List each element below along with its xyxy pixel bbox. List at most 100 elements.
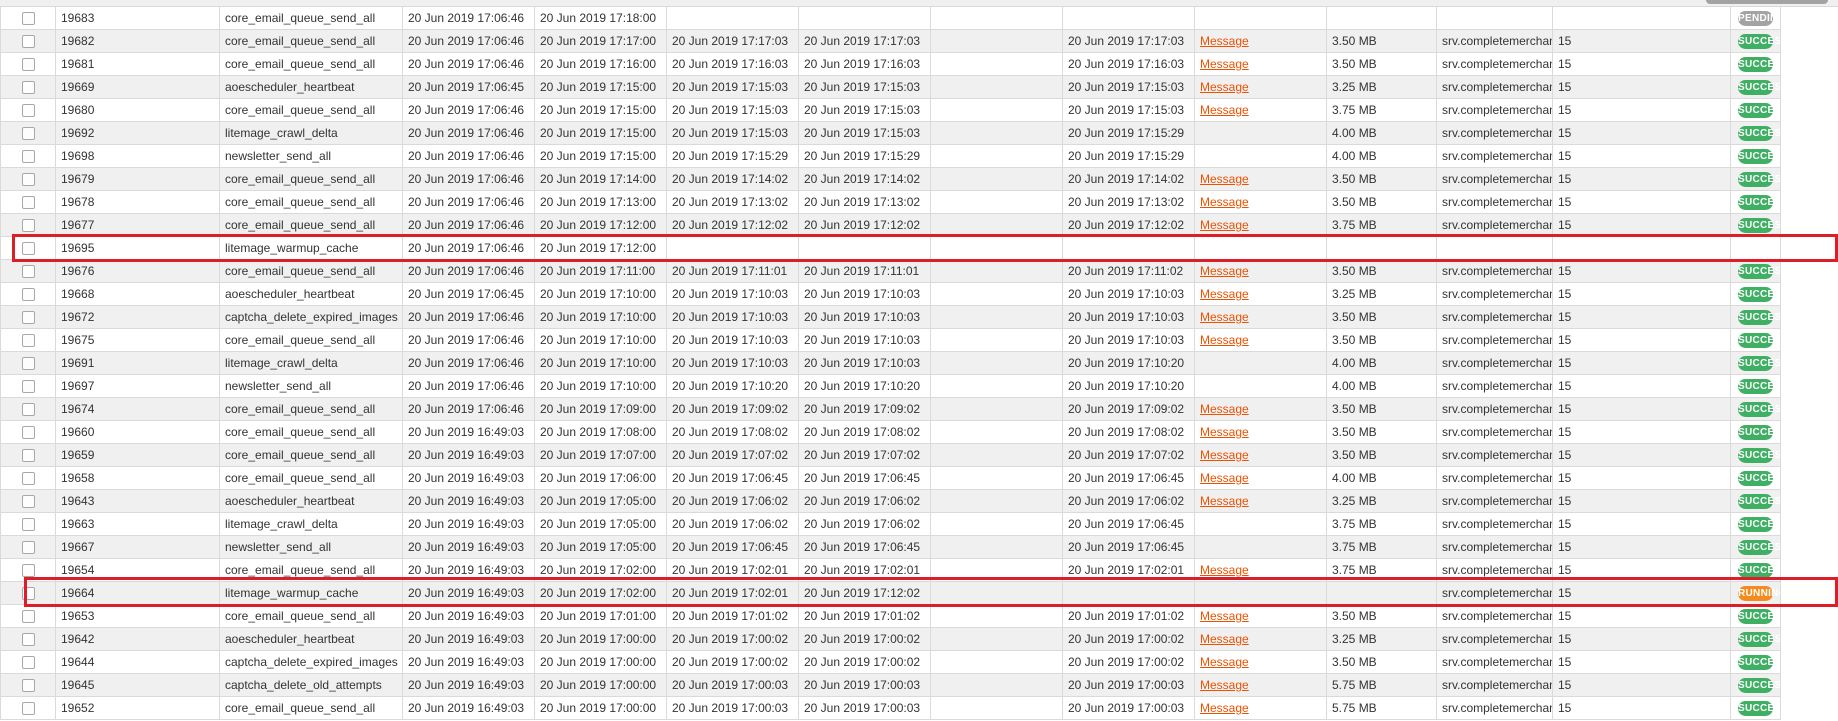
row-select-checkbox[interactable] <box>21 219 35 233</box>
table-row[interactable]: 19663 litemage_crawl_delta 20 Jun 2019 16:… <box>0 512 1838 536</box>
message-link[interactable]: Message <box>1200 287 1249 301</box>
table-row[interactable]: 19658 core_email_queue_send_all 20 Jun 201… <box>0 466 1838 490</box>
row-select-checkbox[interactable] <box>21 610 35 624</box>
message-link[interactable]: Message <box>1200 402 1249 416</box>
message-link[interactable]: Message <box>1200 609 1249 623</box>
table-row[interactable]: 19664 litemage_warmup_cache 20 Jun 2019 16… <box>0 581 1838 605</box>
row-select-checkbox[interactable] <box>21 81 35 95</box>
table-row[interactable]: 19695 litemage_warmup_cache 20 Jun 2019 17… <box>0 236 1838 260</box>
row-select-checkbox[interactable] <box>21 127 35 141</box>
table-row[interactable]: 19668 aoescheduler_heartbeat 20 Jun 2019 1… <box>0 282 1838 306</box>
row-select-checkbox[interactable] <box>21 449 35 463</box>
row-select-checkbox[interactable] <box>21 196 35 210</box>
table-row[interactable]: 19681 core_email_queue_send_all 20 Jun 201… <box>0 52 1838 76</box>
table-row[interactable]: 19667 newsletter_send_all 20 Jun 2019 16:4… <box>0 535 1838 559</box>
cell-finished-at: 20 Jun 2019 17:07:02 <box>798 443 931 467</box>
row-select-checkbox[interactable] <box>21 633 35 647</box>
table-row[interactable]: 19676 core_email_queue_send_all 20 Jun 201… <box>0 259 1838 283</box>
cell-schedule-id: 19669 <box>55 75 220 99</box>
table-row[interactable]: 19683 core_email_queue_send_all 20 Jun 201… <box>0 6 1838 30</box>
row-select-checkbox[interactable] <box>21 334 35 348</box>
cell-scheduled-at: 20 Jun 2019 17:05:00 <box>534 512 667 536</box>
message-link[interactable]: Message <box>1200 264 1249 278</box>
row-select-checkbox[interactable] <box>21 403 35 417</box>
table-row[interactable]: 19679 core_email_queue_send_all 20 Jun 201… <box>0 167 1838 191</box>
table-row[interactable]: 19691 litemage_crawl_delta 20 Jun 2019 17:… <box>0 351 1838 375</box>
table-row[interactable]: 19654 core_email_queue_send_all 20 Jun 201… <box>0 558 1838 582</box>
cell-empty <box>930 673 1063 697</box>
row-select-checkbox[interactable] <box>21 288 35 302</box>
row-select-checkbox[interactable] <box>21 518 35 532</box>
row-select-checkbox[interactable] <box>21 426 35 440</box>
row-select-checkbox[interactable] <box>21 656 35 670</box>
cell-finished-at: 20 Jun 2019 17:15:03 <box>798 121 931 145</box>
table-row[interactable]: 19682 core_email_queue_send_all 20 Jun 201… <box>0 29 1838 53</box>
cell-last-seen: 20 Jun 2019 17:10:03 <box>1062 282 1195 306</box>
row-select-checkbox[interactable] <box>21 265 35 279</box>
message-link[interactable]: Message <box>1200 103 1249 117</box>
table-row[interactable]: 19697 newsletter_send_all 20 Jun 2019 17:0… <box>0 374 1838 398</box>
message-link[interactable]: Message <box>1200 471 1249 485</box>
table-row[interactable]: 19675 core_email_queue_send_all 20 Jun 201… <box>0 328 1838 352</box>
message-link[interactable]: Message <box>1200 218 1249 232</box>
message-link[interactable]: Message <box>1200 448 1249 462</box>
message-link[interactable]: Message <box>1200 34 1249 48</box>
row-select-checkbox[interactable] <box>21 173 35 187</box>
row-select-checkbox[interactable] <box>21 472 35 486</box>
cell-status: SUCCESS <box>1730 282 1781 306</box>
message-link[interactable]: Message <box>1200 494 1249 508</box>
row-select-checkbox[interactable] <box>21 311 35 325</box>
message-link[interactable]: Message <box>1200 195 1249 209</box>
cell-host <box>1436 6 1553 30</box>
table-row[interactable]: 19652 core_email_queue_send_all 20 Jun 201… <box>0 696 1838 720</box>
table-row[interactable]: 19645 captcha_delete_old_attempts 20 Jun 2… <box>0 673 1838 697</box>
row-select-checkbox[interactable] <box>21 380 35 394</box>
row-select-checkbox[interactable] <box>21 702 35 716</box>
row-select-checkbox[interactable] <box>21 35 35 49</box>
table-row[interactable]: 19678 core_email_queue_send_all 20 Jun 201… <box>0 190 1838 214</box>
table-row[interactable]: 19660 core_email_queue_send_all 20 Jun 201… <box>0 420 1838 444</box>
message-link[interactable]: Message <box>1200 425 1249 439</box>
message-link[interactable]: Message <box>1200 701 1249 715</box>
table-row[interactable]: 19653 core_email_queue_send_all 20 Jun 201… <box>0 604 1838 628</box>
row-select-checkbox[interactable] <box>21 150 35 164</box>
row-select-checkbox[interactable] <box>21 495 35 509</box>
cell-executed-at: 20 Jun 2019 17:10:03 <box>666 328 799 352</box>
message-link[interactable]: Message <box>1200 563 1249 577</box>
table-row[interactable]: 19698 newsletter_send_all 20 Jun 2019 17:0… <box>0 144 1838 168</box>
table-row[interactable]: 19674 core_email_queue_send_all 20 Jun 201… <box>0 397 1838 421</box>
message-link[interactable]: Message <box>1200 655 1249 669</box>
message-link[interactable]: Message <box>1200 632 1249 646</box>
cell-host: srv.completemerchandise.co.uk <box>1436 673 1553 697</box>
cell-host: srv.completemerchandise.co.uk <box>1436 213 1553 237</box>
row-select-checkbox[interactable] <box>21 357 35 371</box>
cell-select <box>0 282 56 306</box>
row-select-checkbox[interactable] <box>21 104 35 118</box>
row-select-checkbox[interactable] <box>21 564 35 578</box>
message-link[interactable]: Message <box>1200 333 1249 347</box>
table-row[interactable]: 19672 captcha_delete_expired_images 20 Jun… <box>0 305 1838 329</box>
table-row[interactable]: 19642 aoescheduler_heartbeat 20 Jun 2019 1… <box>0 627 1838 651</box>
cell-pid: 15 <box>1552 604 1731 628</box>
table-row[interactable]: 19692 litemage_crawl_delta 20 Jun 2019 17:… <box>0 121 1838 145</box>
row-select-checkbox[interactable] <box>21 12 35 26</box>
table-row[interactable]: 19677 core_email_queue_send_all 20 Jun 201… <box>0 213 1838 237</box>
message-link[interactable]: Message <box>1200 310 1249 324</box>
table-row[interactable]: 19669 aoescheduler_heartbeat 20 Jun 2019 1… <box>0 75 1838 99</box>
status-badge: SUCCESS <box>1738 631 1780 647</box>
row-select-checkbox[interactable] <box>21 541 35 555</box>
message-link[interactable]: Message <box>1200 80 1249 94</box>
row-select-checkbox[interactable] <box>21 587 35 601</box>
table-row[interactable]: 19644 captcha_delete_expired_images 20 Jun… <box>0 650 1838 674</box>
row-select-checkbox[interactable] <box>21 58 35 72</box>
cell-status: SUCCESS <box>1730 489 1781 513</box>
table-row[interactable]: 19680 core_email_queue_send_all 20 Jun 201… <box>0 98 1838 122</box>
message-link[interactable]: Message <box>1200 57 1249 71</box>
message-link[interactable]: Message <box>1200 678 1249 692</box>
table-row[interactable]: 19643 aoescheduler_heartbeat 20 Jun 2019 1… <box>0 489 1838 513</box>
row-select-checkbox[interactable] <box>21 679 35 693</box>
table-row[interactable]: 19659 core_email_queue_send_all 20 Jun 201… <box>0 443 1838 467</box>
message-link[interactable]: Message <box>1200 172 1249 186</box>
row-select-checkbox[interactable] <box>21 242 35 256</box>
cell-select <box>0 535 56 559</box>
